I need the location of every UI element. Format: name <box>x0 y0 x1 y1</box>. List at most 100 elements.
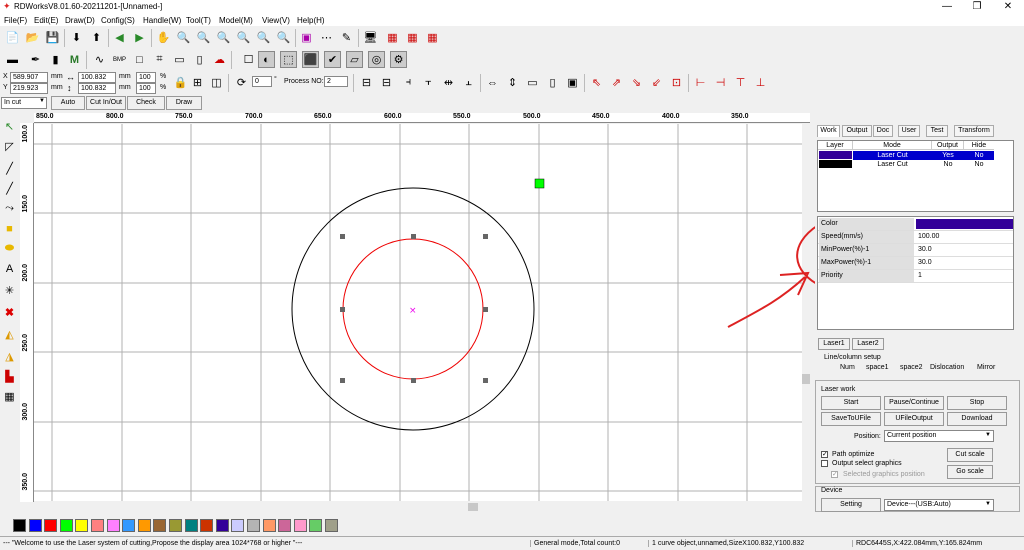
menu-model[interactable]: Model(M) <box>219 16 253 25</box>
draw-button[interactable]: Draw <box>166 96 202 110</box>
tab-user[interactable]: User <box>898 125 920 137</box>
menu-view[interactable]: View(V) <box>262 16 290 25</box>
merge-icon[interactable]: ⬛ <box>302 51 319 68</box>
path-optimize-checkbox[interactable]: ✓ <box>821 451 828 458</box>
bmp-icon[interactable]: BMP <box>111 51 128 68</box>
array-copy-icon[interactable]: ▦ <box>1 388 18 405</box>
menu-config[interactable]: Config(S) <box>101 16 135 25</box>
tab-work[interactable]: Work <box>817 125 840 137</box>
laser-head-icon[interactable]: ▬ <box>4 51 21 68</box>
color-swatch[interactable] <box>262 519 276 532</box>
rect-icon[interactable]: ▯ <box>191 51 208 68</box>
layer-output-cell[interactable]: No <box>932 160 964 169</box>
lock-icon[interactable]: 🔒 <box>172 74 189 91</box>
maximize-button[interactable]: ❐ <box>962 0 992 14</box>
mirror-horizontal-icon[interactable]: ◭ <box>1 326 18 343</box>
align-top-left-icon[interactable]: ⇖ <box>588 74 605 91</box>
distribute-h-icon[interactable]: ⇔ <box>484 74 501 91</box>
process-no-field[interactable]: 2 <box>324 76 348 87</box>
curve-draw-icon[interactable]: ⤳ <box>1 200 18 217</box>
page-bottom-icon[interactable]: ⊥ <box>752 74 769 91</box>
grid-select-2-icon[interactable]: ▦ <box>404 29 421 46</box>
monitor-icon[interactable]: 🖥 <box>362 29 379 46</box>
go-scale-button[interactable]: Go scale <box>947 465 993 479</box>
text-icon[interactable]: A <box>1 260 18 277</box>
check-button[interactable]: Check <box>127 96 165 110</box>
mirror-vertical-icon[interactable]: ◮ <box>1 348 18 365</box>
export-icon[interactable]: ⬆ <box>88 29 105 46</box>
open-folder-icon[interactable]: 📂 <box>24 29 41 46</box>
path-icon[interactable]: ✎ <box>338 29 355 46</box>
align-right-icon[interactable]: ⫟ <box>420 74 437 91</box>
save-icon[interactable]: 💾 <box>44 29 61 46</box>
zoom-in-icon[interactable]: 🔍 <box>175 29 192 46</box>
ufile-output-button[interactable]: UFileOutput <box>884 412 944 426</box>
chevron-down-icon[interactable]: ▼ <box>39 98 45 104</box>
square-icon[interactable]: □ <box>131 51 148 68</box>
frame-icon[interactable]: ▣ <box>298 29 315 46</box>
rotate-field[interactable]: 0 <box>252 76 272 87</box>
rectangle-icon[interactable]: ■ <box>1 220 18 237</box>
same-size-icon[interactable]: ▣ <box>564 74 581 91</box>
zoom-select-icon[interactable]: 🔍 <box>255 29 272 46</box>
menu-help[interactable]: Help(H) <box>297 16 325 25</box>
redo-icon[interactable]: ▶ <box>131 29 148 46</box>
close-path-icon[interactable]: ⬚ <box>280 51 297 68</box>
polyline-icon[interactable]: ╱ <box>1 180 18 197</box>
align-bottom-right-icon[interactable]: ⇘ <box>628 74 645 91</box>
color-swatch[interactable] <box>153 519 167 532</box>
array-2-icon[interactable]: ⊟ <box>378 74 395 91</box>
color-swatch[interactable] <box>91 519 104 532</box>
mirror-h-icon[interactable]: ◫ <box>208 74 225 91</box>
menu-draw[interactable]: Draw(D) <box>65 16 95 25</box>
color-swatch[interactable] <box>122 519 136 532</box>
setting-button[interactable]: Setting <box>821 498 881 512</box>
color-swatch[interactable] <box>169 519 182 532</box>
x-position-field[interactable]: 589.907 <box>10 72 48 83</box>
chevron-down-icon[interactable]: ▼ <box>985 432 991 438</box>
cut-in-out-button[interactable]: Cut In/Out <box>86 96 126 110</box>
align-left-icon[interactable]: ⫞ <box>400 74 417 91</box>
rotate-icon[interactable]: ⟳ <box>233 74 250 91</box>
align-hcenter-icon[interactable]: ⇹ <box>440 74 457 91</box>
zoom-out-icon[interactable]: 🔍 <box>195 29 212 46</box>
cut-scale-button[interactable]: Cut scale <box>947 448 993 462</box>
check-path-icon[interactable]: ✔ <box>324 51 341 68</box>
menu-edit[interactable]: Edit(E) <box>34 16 58 25</box>
layer-color-cell[interactable] <box>819 151 852 159</box>
gear-icon[interactable]: ⚙ <box>390 51 407 68</box>
node-edit-icon[interactable]: ⌗ <box>151 51 168 68</box>
align-bottom-left-icon[interactable]: ⇙ <box>648 74 665 91</box>
pan-icon[interactable]: ✋ <box>155 29 172 46</box>
tab-transform[interactable]: Transform <box>954 125 994 137</box>
position-icon[interactable]: ▙ <box>1 368 18 385</box>
color-swatch[interactable] <box>200 519 214 532</box>
layer-mode-cell[interactable]: Laser Cut <box>853 160 932 169</box>
height-field[interactable]: 100.832 <box>78 83 116 94</box>
grid-select-icon[interactable]: ▦ <box>384 29 401 46</box>
position-select[interactable]: Current position <box>884 430 994 442</box>
align-center-icon[interactable]: ⊡ <box>668 74 685 91</box>
node-icon[interactable]: ⋯ <box>318 29 335 46</box>
color-swatch[interactable] <box>44 519 58 532</box>
position-grid-icon[interactable]: ⊞ <box>189 74 206 91</box>
color-swatch[interactable] <box>293 519 307 532</box>
ellipse-icon[interactable]: ⬬ <box>1 240 18 257</box>
zoom-window-icon[interactable]: 🔍 <box>215 29 232 46</box>
color-swatch[interactable] <box>137 519 151 532</box>
horizontal-scroll-thumb[interactable] <box>468 503 478 511</box>
color-swatch[interactable] <box>59 519 73 532</box>
distribute-v-icon[interactable]: ⇕ <box>504 74 521 91</box>
ruler-icon[interactable]: ▮ <box>47 51 64 68</box>
checkbox-icon[interactable]: ☐ <box>240 51 257 68</box>
download-button[interactable]: Download <box>947 412 1007 426</box>
minimize-button[interactable]: — <box>932 0 962 14</box>
stop-button[interactable]: Stop <box>947 396 1007 410</box>
dot-icon[interactable]: ✳ <box>1 282 18 299</box>
color-swatch[interactable] <box>28 519 42 532</box>
color-swatch[interactable] <box>13 519 26 532</box>
menu-file[interactable]: File(F) <box>4 16 27 25</box>
page-right-icon[interactable]: ⊣ <box>712 74 729 91</box>
picker-icon[interactable]: ✒ <box>27 51 44 68</box>
curve-icon[interactable]: ∿ <box>91 51 108 68</box>
